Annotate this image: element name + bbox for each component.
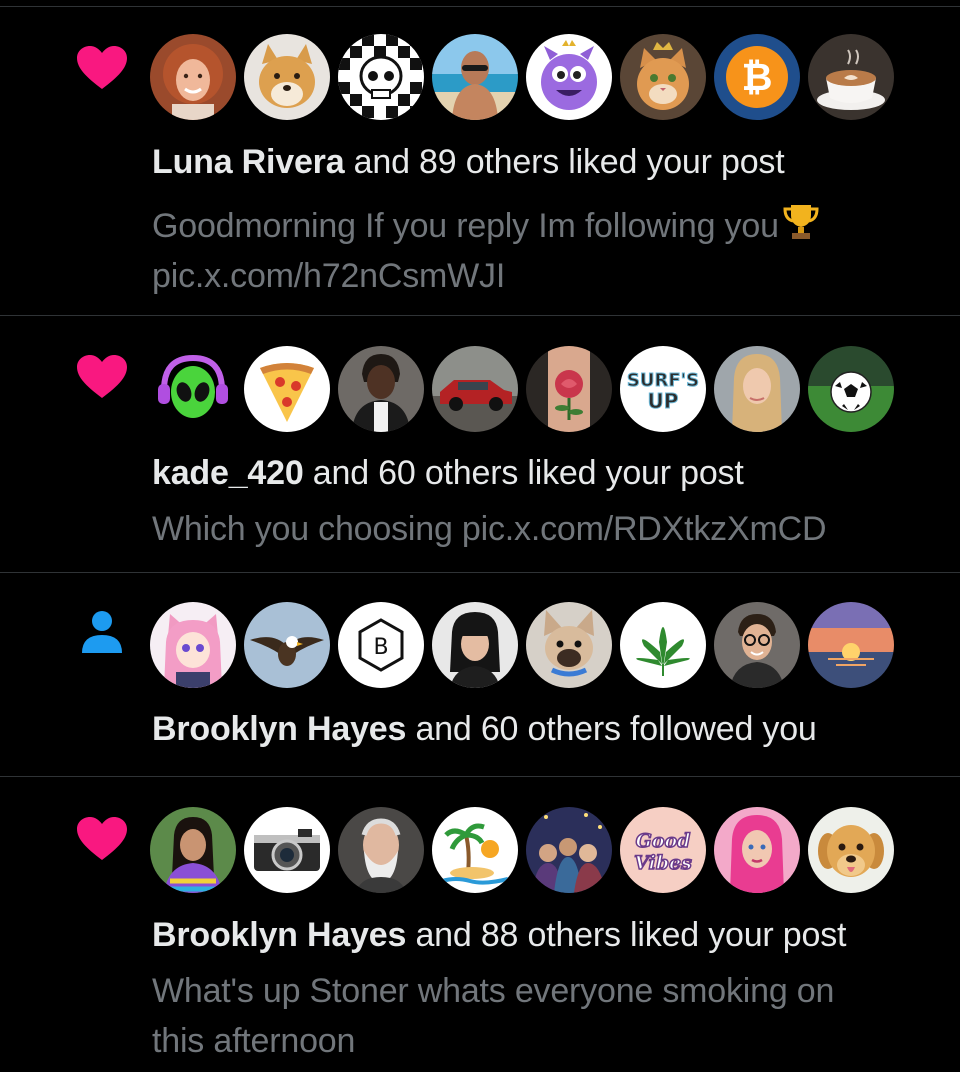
svg-text:Good: Good [636, 830, 691, 852]
avatar-surfs-up-logo[interactable]: SURF'S UP [620, 346, 706, 432]
action-text: and 60 others liked your post [312, 454, 744, 492]
notification-headline: Brooklyn Hayes and 88 others liked your … [152, 915, 846, 955]
avatar-row: SURF'S UP [150, 346, 910, 434]
post-preview[interactable]: Which you choosing pic.x.com/RDXtkzXmCD [152, 504, 912, 554]
avatar-man-glasses[interactable] [714, 602, 800, 688]
notifications-feed: ₿ Luna Rivera and 89 others liked your p… [0, 0, 960, 1072]
preview-line-1: What's up Stoner whats everyone smoking … [152, 972, 835, 1010]
notification-follow[interactable]: B Brooklyn Hayes and 60 others followed … [0, 573, 960, 777]
avatar-palm-island[interactable] [432, 807, 518, 893]
svg-text:UP: UP [648, 389, 679, 413]
avatar-rose-tattoo[interactable] [526, 346, 612, 432]
preview-line-1: Goodmorning If you reply Im following yo… [152, 207, 779, 245]
post-preview[interactable]: What's up Stoner whats everyone smoking … [152, 966, 912, 1066]
avatar-blonde-woman[interactable] [714, 346, 800, 432]
avatar-row: B [150, 602, 910, 690]
svg-text:B: B [373, 635, 388, 660]
trophy-icon [783, 201, 819, 241]
avatar-golden-retriever[interactable] [808, 807, 894, 893]
avatar-row: ₿ [150, 34, 910, 122]
svg-text:₿: ₿ [742, 55, 773, 99]
avatar-hexagon-b-logo[interactable]: B [338, 602, 424, 688]
avatar-cannabis-leaf[interactable] [620, 602, 706, 688]
avatar-checker-skull[interactable] [338, 34, 424, 120]
avatar-soccer-ball[interactable] [808, 346, 894, 432]
avatar-bald-eagle[interactable] [244, 602, 330, 688]
avatar-row: Good Vibes [150, 807, 910, 895]
actor-name[interactable]: Brooklyn Hayes [152, 710, 406, 748]
preview-line-2: this afternoon [152, 1022, 356, 1060]
heart-icon [74, 352, 130, 402]
avatar-red-classic-car[interactable] [432, 346, 518, 432]
avatar-redhead-woman[interactable] [150, 34, 236, 120]
avatar-old-man-beard[interactable] [338, 807, 424, 893]
action-text: and 60 others followed you [415, 710, 817, 748]
avatar-group-friends[interactable] [526, 807, 612, 893]
avatar-crowned-cat[interactable] [620, 34, 706, 120]
notification-like[interactable]: SURF'S UP kade_420 and 60 others liked yo… [0, 316, 960, 573]
notification-like[interactable]: Good Vibes Brooklyn Hayes and 88 others l… [0, 777, 960, 1072]
notification-like[interactable]: ₿ Luna Rivera and 89 others liked your p… [0, 7, 960, 316]
avatar-french-bulldog[interactable] [526, 602, 612, 688]
actor-name[interactable]: Luna Rivera [152, 143, 345, 181]
svg-text:SURF'S: SURF'S [627, 370, 699, 391]
avatar-shiba-dog[interactable] [244, 34, 330, 120]
preview-line-1: Which you choosing pic.x.com/RDXtkzXmCD [152, 510, 827, 548]
avatar-sunset-sea[interactable] [808, 602, 894, 688]
preview-line-2[interactable]: pic.x.com/h72nCsmWJI [152, 257, 505, 295]
avatar-purple-monster[interactable] [526, 34, 612, 120]
avatar-man-leather-jacket[interactable] [338, 346, 424, 432]
avatar-dark-hair-woman[interactable] [432, 602, 518, 688]
avatar-latte-cup[interactable] [808, 34, 894, 120]
notification-headline: Brooklyn Hayes and 60 others followed yo… [152, 709, 817, 749]
avatar-pizza-slice[interactable] [244, 346, 330, 432]
avatar-bitcoin-logo[interactable]: ₿ [714, 34, 800, 120]
actor-name[interactable]: Brooklyn Hayes [152, 916, 406, 954]
avatar-good-vibes-logo[interactable]: Good Vibes [620, 807, 706, 893]
avatar-anime-catgirl[interactable] [150, 602, 236, 688]
heart-icon [74, 43, 130, 93]
svg-text:Vibes: Vibes [634, 852, 692, 874]
avatar-vintage-camera[interactable] [244, 807, 330, 893]
person-icon [74, 607, 130, 657]
avatar-alien-headphones[interactable] [150, 346, 236, 432]
post-preview[interactable]: Goodmorning If you reply Im following yo… [152, 201, 912, 301]
heart-icon [74, 814, 130, 864]
actor-name[interactable]: kade_420 [152, 454, 304, 492]
notification-headline: Luna Rivera and 89 others liked your pos… [152, 142, 785, 182]
avatar-woman-tie-dye[interactable] [150, 807, 236, 893]
avatar-pink-hair-woman[interactable] [714, 807, 800, 893]
action-text: and 88 others liked your post [415, 916, 847, 954]
avatar-beach-man[interactable] [432, 34, 518, 120]
action-text: and 89 others liked your post [353, 143, 785, 181]
notification-headline: kade_420 and 60 others liked your post [152, 453, 744, 493]
